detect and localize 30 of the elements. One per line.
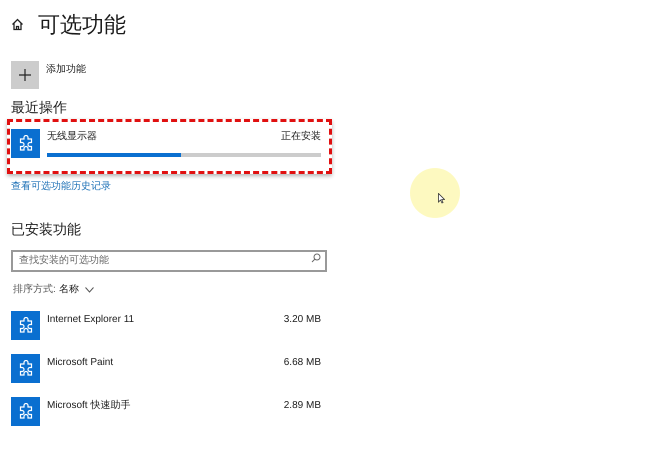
- feature-name: 无线显示器: [47, 130, 97, 144]
- feature-row[interactable]: Microsoft Paint 6.68 MB: [0, 354, 330, 383]
- sort-label: 排序方式:: [13, 282, 56, 297]
- feature-size: 6.68 MB: [284, 356, 321, 370]
- add-feature-label[interactable]: 添加功能: [46, 62, 86, 77]
- feature-row[interactable]: Microsoft 快速助手 2.89 MB: [0, 397, 330, 426]
- cursor-highlight: [410, 168, 460, 218]
- home-icon[interactable]: [11, 18, 24, 31]
- page-title: 可选功能: [38, 11, 126, 39]
- search-icon[interactable]: [311, 253, 321, 263]
- section-heading: 已安装功能: [10, 220, 82, 238]
- puzzle-icon: [11, 354, 40, 383]
- sort-dropdown[interactable]: 名称: [58, 282, 94, 297]
- history-link[interactable]: 查看可选功能历史记录: [0, 179, 111, 194]
- puzzle-icon: [11, 311, 40, 340]
- add-button[interactable]: [11, 61, 39, 89]
- search-field[interactable]: 查找安装的可选功能: [11, 250, 327, 272]
- chevron-down-icon: [84, 286, 94, 292]
- cursor-icon: [438, 193, 445, 204]
- puzzle-icon: [11, 397, 40, 426]
- feature-size: 3.20 MB: [284, 313, 321, 327]
- feature-name: Microsoft 快速助手: [47, 398, 130, 413]
- puzzle-icon: [11, 129, 40, 158]
- feature-row[interactable]: Internet Explorer 11 3.20 MB: [0, 311, 330, 340]
- feature-size: 2.89 MB: [284, 399, 321, 413]
- plus-icon: [19, 69, 31, 81]
- section-heading: 最近操作: [10, 98, 68, 116]
- feature-name: Internet Explorer 11: [47, 313, 134, 327]
- install-status: 正在安装: [281, 130, 321, 144]
- feature-name: Microsoft Paint: [47, 356, 114, 370]
